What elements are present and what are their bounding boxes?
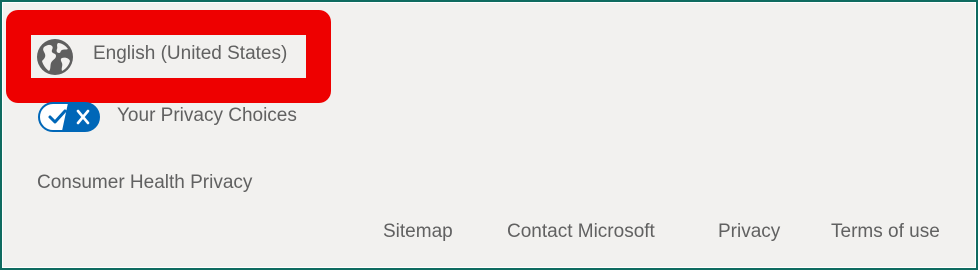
- terms-of-use-link[interactable]: Terms of use: [831, 221, 940, 243]
- privacy-toggle-icon: [38, 102, 100, 132]
- privacy-choices-label: Your Privacy Choices: [117, 105, 297, 126]
- footer-frame: English (United States) Your Privacy Cho…: [0, 0, 978, 270]
- contact-microsoft-link[interactable]: Contact Microsoft: [507, 221, 655, 243]
- privacy-choices-link[interactable]: Your Privacy Choices: [38, 101, 297, 133]
- privacy-link[interactable]: Privacy: [718, 221, 780, 243]
- consumer-health-privacy-link[interactable]: Consumer Health Privacy: [37, 172, 252, 194]
- language-selector[interactable]: English (United States): [31, 35, 306, 78]
- globe-icon: [37, 39, 73, 75]
- sitemap-link[interactable]: Sitemap: [383, 221, 453, 243]
- language-label: English (United States): [93, 43, 288, 64]
